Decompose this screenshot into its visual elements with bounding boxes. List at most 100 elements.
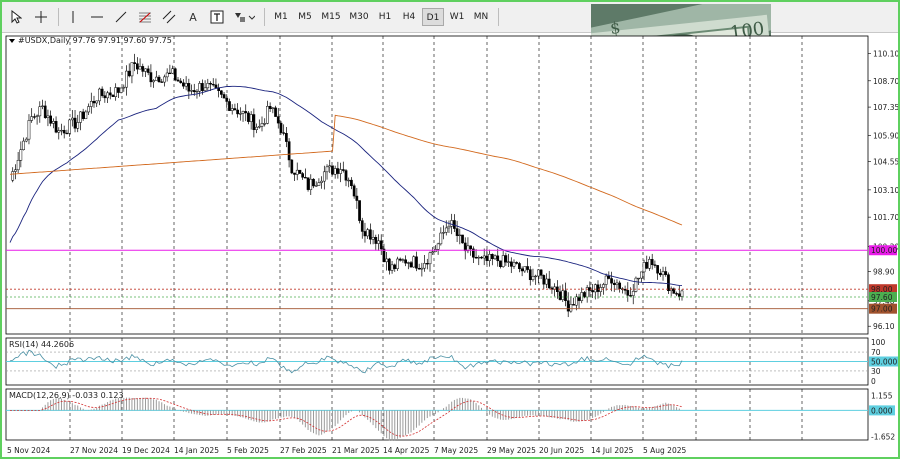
candle-body [228,101,231,111]
candle-body [390,264,394,271]
candle-body [650,259,654,265]
candle-body [385,258,388,263]
candle-body [43,105,47,118]
candle-body [73,117,77,129]
candle-body [677,293,681,297]
date-label: 14 Jul 2025 [591,446,634,455]
candle-body [482,255,486,259]
candle-body [290,159,294,174]
date-label: 14 Apr 2025 [383,446,430,455]
candle-body [504,255,508,263]
candle-body [41,105,44,107]
date-label: 5 Nov 2024 [7,446,50,455]
candle-body [141,66,145,72]
candle-body [54,121,58,133]
candle-body [352,185,356,197]
candle-body [70,117,74,121]
chart-canvas[interactable]: 5 Nov 2024 27 Nov 2024 19 Dec 2024 14 Jan 2… [2,2,898,457]
candle-body [515,262,519,264]
candle-body [306,177,310,190]
candle-body [149,72,153,83]
candle-body [211,83,215,86]
candle-body [618,282,622,289]
candle-body [206,82,210,89]
candle-body [406,262,410,264]
candle-body [14,169,17,172]
candle-body [610,278,613,284]
candle-body [512,262,516,267]
candle-body [412,256,416,268]
candle-body [531,276,535,280]
candle-body [561,290,565,300]
candle-body [225,97,229,102]
candle-body [192,90,196,93]
candle-body [182,82,185,87]
candle-body [274,107,277,117]
candle-body [558,291,562,300]
candle-body [447,225,451,229]
candle-body [285,133,288,142]
candle-body [179,80,183,84]
candle-body [108,92,112,96]
candle-body [350,179,353,187]
candle-body [360,220,364,232]
candle-body [537,269,540,277]
macd-pane [5,388,869,441]
candle-body [81,111,85,119]
level-97-60-label: 97.60 [871,293,893,302]
candle-body [667,274,670,292]
candle-body [198,83,202,92]
candle-body [450,220,454,227]
candle-body [87,106,90,113]
candle-body [518,263,521,269]
candle-body [336,168,340,174]
candle-body [658,272,662,276]
candle-body [358,200,361,221]
candle-body [165,72,169,78]
date-label: 27 Nov 2024 [70,446,118,455]
price-axis-label: 108.70 [873,77,898,86]
date-label: 27 Feb 2025 [280,446,327,455]
candle-body [509,261,513,267]
date-label: 19 Dec 2024 [122,446,170,455]
candle-body [428,252,432,265]
candle-body [569,304,573,312]
date-label: 5 Aug 2025 [643,446,686,455]
candle-body [11,171,15,181]
macd-axis-label: 1.155 [871,391,893,400]
candle-body [287,141,291,161]
candle-body [271,107,275,109]
level-97-label: 97.00 [871,305,893,314]
candle-body [496,255,500,262]
candle-body [431,251,435,254]
candle-body [16,159,20,171]
candle-body [106,92,109,99]
price-axis-label: 103.10 [873,186,898,195]
candle-body [366,229,370,237]
candle-body [566,300,570,312]
candle-body [100,88,104,96]
candle-body [190,90,193,92]
candle-body [631,291,635,296]
candle-body [46,115,50,118]
candle-body [593,284,597,293]
candle-body [328,165,332,168]
candle-body [160,81,164,83]
candle-body [19,149,23,161]
candle-body [347,179,351,182]
candle-body [76,122,80,129]
candle-body [317,182,321,186]
candle-body [545,278,548,285]
candle-body [314,185,318,187]
date-label: 14 Jan 2025 [174,446,219,455]
candle-body [583,292,586,298]
candle-body [363,231,367,237]
price-axis-label: 110.10 [873,50,898,59]
candle-body [65,132,69,135]
candle-body [222,94,226,99]
candle-body [279,122,283,133]
candle-body [436,243,440,250]
candle-body [423,263,426,269]
date-label: 21 Mar 2025 [332,446,380,455]
date-label: 29 May 2025 [487,446,536,455]
